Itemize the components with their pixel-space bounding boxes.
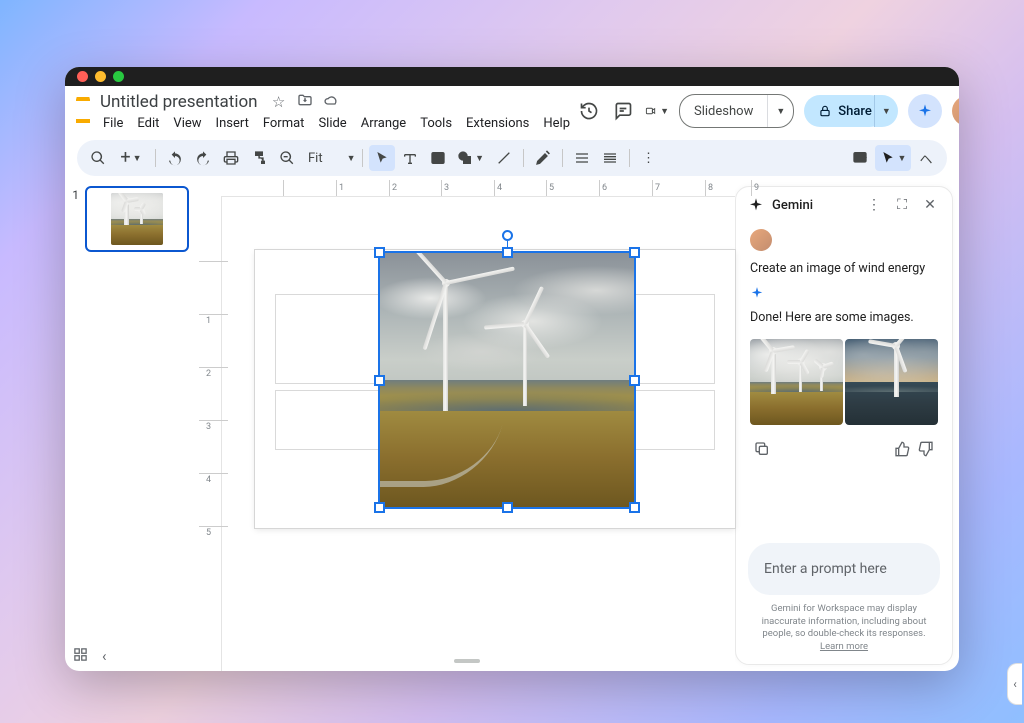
comments-icon[interactable]	[611, 99, 635, 123]
menu-tools[interactable]: Tools	[413, 114, 459, 133]
move-folder-icon[interactable]	[296, 92, 314, 112]
gemini-response-text: Done! Here are some images.	[750, 310, 938, 325]
search-icon[interactable]	[85, 145, 111, 171]
window-minimize-icon[interactable]	[95, 71, 106, 82]
select-tool-icon[interactable]	[369, 145, 395, 171]
share-label: Share	[838, 104, 872, 119]
collapse-toolbar-icon[interactable]: ヘ	[913, 145, 939, 171]
resize-handle[interactable]	[502, 247, 513, 258]
resize-handle[interactable]	[629, 502, 640, 513]
menu-bar: File Edit View Insert Format Slide Arran…	[96, 113, 577, 133]
grid-view-icon[interactable]	[73, 647, 88, 666]
line-icon[interactable]	[491, 145, 517, 171]
prev-slide-icon[interactable]: ‹	[102, 647, 107, 665]
undo-icon[interactable]	[162, 145, 188, 171]
menu-slide[interactable]: Slide	[311, 114, 353, 133]
selected-image[interactable]	[379, 252, 635, 508]
create-with-gemini-icon[interactable]	[530, 145, 556, 171]
slide-number: 1	[69, 186, 79, 252]
menu-file[interactable]: File	[96, 114, 130, 133]
text-box-icon[interactable]	[397, 145, 423, 171]
slides-app-icon[interactable]	[76, 97, 90, 123]
thumbs-down-icon[interactable]	[914, 441, 938, 461]
panel-more-icon[interactable]: ⋮	[864, 197, 884, 213]
workspace: 1	[65, 180, 959, 671]
share-dropdown[interactable]: ▼	[874, 95, 898, 127]
menu-extensions[interactable]: Extensions	[459, 114, 536, 133]
menu-help[interactable]: Help	[536, 114, 577, 133]
generated-image-2[interactable]	[845, 339, 938, 425]
insert-image-icon[interactable]	[425, 145, 451, 171]
generated-images	[750, 339, 938, 425]
crop-image-menu[interactable]: ▼	[875, 145, 911, 171]
resize-handle[interactable]	[374, 247, 385, 258]
mask-image-icon[interactable]	[847, 145, 873, 171]
response-icon	[750, 286, 764, 300]
panel-close-icon[interactable]: ✕	[920, 197, 940, 213]
slideshow-button[interactable]: Slideshow ▼	[679, 94, 794, 128]
print-icon[interactable]	[218, 145, 244, 171]
titlebar	[65, 67, 959, 86]
generated-image-1[interactable]	[750, 339, 843, 425]
slide[interactable]	[255, 250, 735, 528]
gemini-icon	[748, 197, 764, 213]
chevron-down-icon: ▼	[660, 106, 669, 117]
resize-handle[interactable]	[629, 247, 640, 258]
panel-expand-icon[interactable]: ⛶	[892, 197, 912, 213]
menu-insert[interactable]: Insert	[209, 114, 256, 133]
redo-icon[interactable]	[190, 145, 216, 171]
zoom-level[interactable]: Fit	[302, 151, 329, 166]
menu-view[interactable]: View	[166, 114, 208, 133]
toolbar: +▼ Fit ▼ ▼ ⋮ ▼ ヘ	[77, 140, 947, 176]
account-avatar[interactable]	[952, 96, 959, 126]
present-meet-button[interactable]: ▼	[645, 99, 669, 123]
menu-arrange[interactable]: Arrange	[354, 114, 413, 133]
resize-handle[interactable]	[502, 502, 513, 513]
thumbnail-image	[111, 193, 163, 245]
speaker-notes-handle[interactable]	[454, 659, 480, 663]
copy-icon[interactable]	[750, 441, 774, 461]
thumbs-up-icon[interactable]	[890, 441, 914, 461]
canvas[interactable]: 1 2 3 4 5 6 7 8 9 1 2 3 4 5	[199, 180, 735, 671]
gemini-disclaimer: Gemini for Workspace may display inaccur…	[736, 597, 952, 664]
vertical-ruler: 1 2 3 4 5	[199, 196, 222, 671]
rotate-handle[interactable]	[502, 230, 513, 241]
slide-thumbnail[interactable]: 1	[69, 186, 195, 252]
app-window: Untitled presentation ☆ File Edit View I…	[65, 67, 959, 671]
resize-handle[interactable]	[374, 375, 385, 386]
gemini-title: Gemini	[772, 198, 856, 213]
more-icon[interactable]: ⋮	[636, 145, 662, 171]
header: Untitled presentation ☆ File Edit View I…	[65, 86, 959, 136]
document-title[interactable]: Untitled presentation	[96, 91, 262, 113]
new-slide-button[interactable]: +▼	[113, 145, 149, 171]
zoom-out-icon[interactable]	[274, 145, 300, 171]
learn-more-link[interactable]: Learn more	[820, 641, 868, 652]
slide-strip: 1	[65, 180, 199, 671]
zoom-dropdown[interactable]: ▼	[347, 153, 356, 164]
gemini-prompt-input[interactable]: Enter a prompt here	[748, 543, 940, 595]
gemini-sidepanel: Gemini ⋮ ⛶ ✕ Create an image of wind ene…	[735, 186, 953, 665]
slideshow-dropdown[interactable]: ▼	[768, 106, 793, 117]
user-prompt-text: Create an image of wind energy	[750, 261, 938, 276]
line-spacing-icon[interactable]	[597, 145, 623, 171]
resize-handle[interactable]	[629, 375, 640, 386]
paint-format-icon[interactable]	[246, 145, 272, 171]
slideshow-label: Slideshow	[680, 95, 768, 127]
resize-handle[interactable]	[374, 502, 385, 513]
star-icon[interactable]: ☆	[270, 93, 288, 111]
shape-icon[interactable]: ▼	[453, 145, 489, 171]
horizontal-ruler: 1 2 3 4 5 6 7 8 9	[221, 180, 735, 197]
cloud-status-icon[interactable]	[322, 92, 340, 112]
window-maximize-icon[interactable]	[113, 71, 124, 82]
menu-format[interactable]: Format	[256, 114, 312, 133]
align-icon[interactable]	[569, 145, 595, 171]
menu-edit[interactable]: Edit	[130, 114, 166, 133]
history-icon[interactable]	[577, 99, 601, 123]
side-panel-toggle[interactable]: ‹	[1007, 663, 1022, 705]
window-close-icon[interactable]	[77, 71, 88, 82]
user-avatar-small	[750, 229, 772, 251]
gemini-button[interactable]	[908, 94, 942, 128]
